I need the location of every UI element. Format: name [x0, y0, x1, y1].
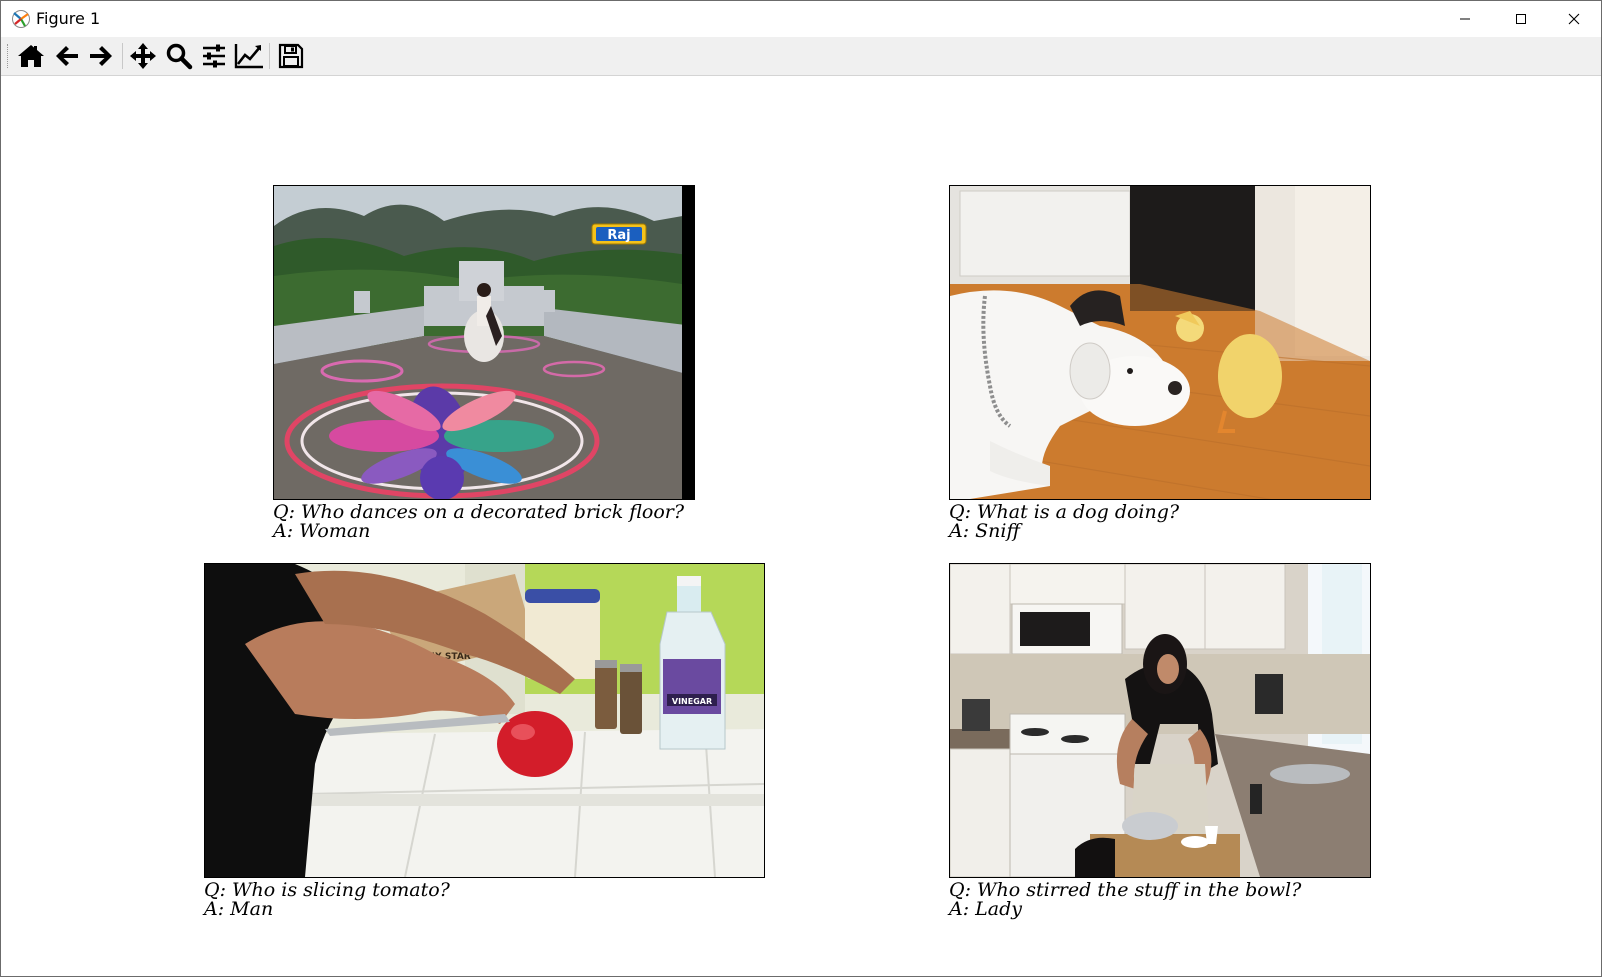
line-chart-icon — [234, 44, 263, 69]
window-title: Figure 1 — [36, 9, 101, 28]
forward-button[interactable] — [85, 41, 117, 71]
image-panel-dancer: Raj — [273, 185, 695, 500]
home-button[interactable] — [15, 41, 47, 71]
arrow-left-icon — [56, 46, 78, 66]
axes-button[interactable] — [233, 41, 265, 71]
matplotlib-app-icon — [11, 9, 31, 29]
dog-duckling-image — [950, 186, 1370, 499]
answer-caption-1: A: Woman — [273, 520, 371, 542]
toolbar-separator — [269, 43, 270, 69]
answer-caption-3: A: Man — [204, 898, 274, 920]
image-panel-kitchen — [949, 563, 1371, 878]
move-icon — [130, 43, 156, 69]
sliders-icon — [203, 44, 225, 68]
magnifier-icon — [166, 43, 193, 70]
save-button[interactable] — [275, 41, 307, 71]
maximize-icon — [1516, 14, 1526, 24]
maximize-button[interactable] — [1493, 1, 1549, 37]
vinegar-label: VINEGAR — [672, 697, 712, 706]
subplots-button[interactable] — [198, 41, 230, 71]
figure-canvas[interactable]: Raj Q: Who dances on a decorated brick f… — [1, 76, 1601, 976]
answer-caption-4: A: Lady — [949, 898, 1023, 920]
dancer-scene-image: Raj — [274, 186, 694, 499]
close-icon — [1568, 13, 1580, 25]
logo-text: Raj — [607, 228, 630, 243]
toolbar-separator — [122, 43, 123, 69]
image-panel-tomato: SIX STAR VINEGAR — [204, 563, 765, 878]
figure-window: Figure 1 Raj Q: Who dances on a decorate… — [0, 0, 1602, 977]
back-button[interactable] — [51, 41, 83, 71]
floppy-disk-icon — [278, 43, 304, 69]
channel-logo: Raj — [591, 223, 647, 245]
kitchen-lady-image — [950, 564, 1370, 877]
home-icon — [18, 45, 44, 67]
minimize-button[interactable] — [1437, 1, 1493, 37]
zoom-button[interactable] — [163, 41, 195, 71]
toolbar-grip — [7, 44, 10, 68]
minimize-icon — [1460, 18, 1470, 20]
pan-button[interactable] — [127, 41, 159, 71]
close-button[interactable] — [1546, 1, 1602, 37]
answer-caption-2: A: Sniff — [949, 520, 1020, 542]
arrow-right-icon — [90, 46, 112, 66]
navigation-toolbar — [1, 37, 1601, 76]
tomato-slicing-image: SIX STAR VINEGAR — [205, 564, 764, 877]
title-bar: Figure 1 — [1, 1, 1601, 37]
image-panel-dog — [949, 185, 1371, 500]
